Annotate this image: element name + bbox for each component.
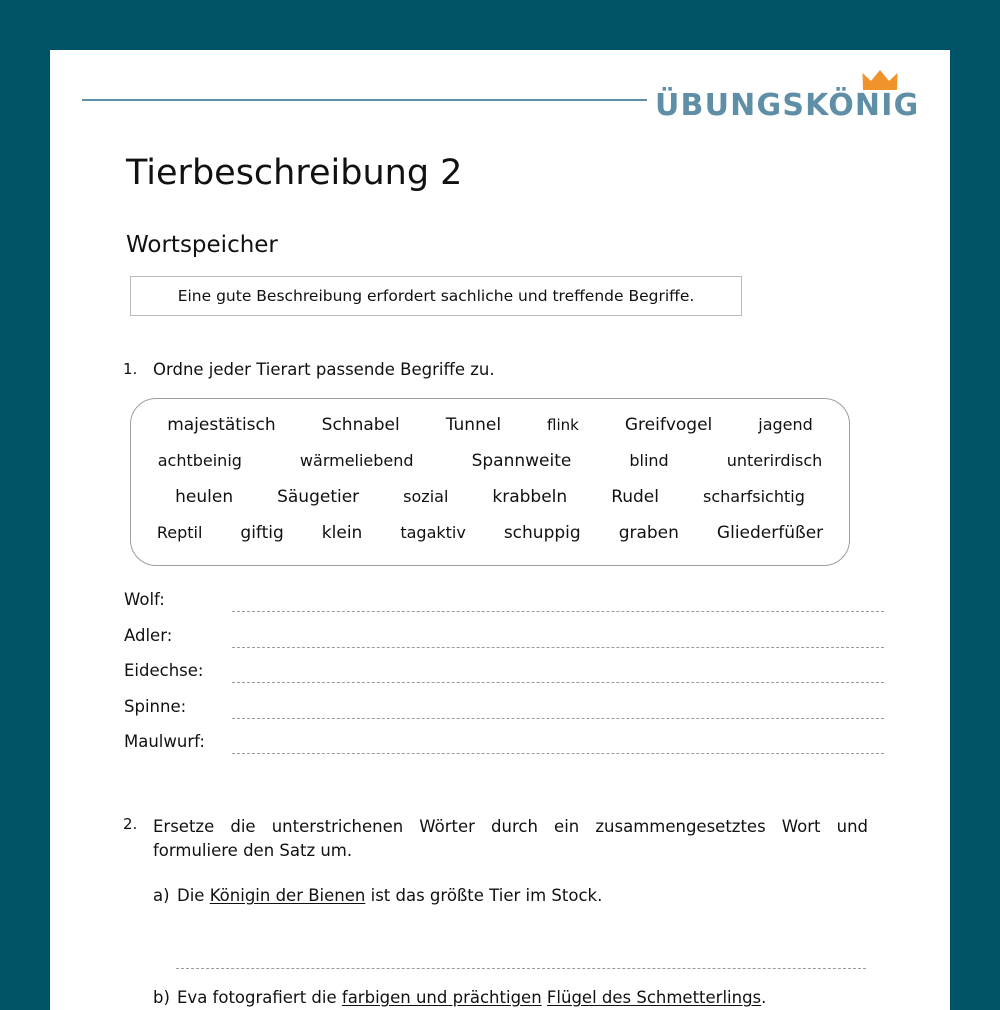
answer-row-label: Wolf: bbox=[124, 590, 165, 609]
sentence-text: Die bbox=[177, 886, 210, 905]
word-bank-word[interactable]: krabbeln bbox=[492, 487, 567, 507]
answer-lines: Wolf: Adler: Eidechse: Spinne: Maulwurf: bbox=[124, 590, 884, 768]
word-bank-word[interactable]: scharfsichtig bbox=[703, 487, 805, 506]
brand-logo[interactable]: ÜBUNGSKÖNIG bbox=[650, 62, 940, 132]
word-bank: majestätisch Schnabel Tunnel flink Greifvoge… bbox=[130, 398, 850, 566]
task-2-number: 2. bbox=[123, 815, 138, 833]
underlined-phrase: Flügel des Schmetterlings bbox=[546, 988, 762, 1007]
word-bank-word[interactable]: Greifvogel bbox=[625, 415, 712, 435]
worksheet-screenshot: ÜBUNGSKÖNIG Tierbeschreibung 2 Wortspeic… bbox=[0, 0, 1000, 1010]
task-2-item: b) Eva fotografiert die farbigen und präc… bbox=[153, 988, 873, 1007]
header-divider bbox=[82, 99, 647, 101]
word-bank-word[interactable]: Gliederfüßer bbox=[717, 523, 823, 543]
page-header: ÜBUNGSKÖNIG bbox=[50, 50, 950, 140]
answer-write-line[interactable] bbox=[232, 717, 884, 719]
page-subtitle: Wortspeicher bbox=[126, 232, 278, 258]
word-bank-word[interactable]: unterirdisch bbox=[727, 451, 823, 470]
word-bank-word[interactable]: graben bbox=[619, 523, 679, 543]
answer-row-label: Eidechse: bbox=[124, 661, 204, 680]
page-title: Tierbeschreibung 2 bbox=[126, 153, 463, 193]
answer-write-line[interactable] bbox=[176, 968, 866, 969]
worksheet-page: ÜBUNGSKÖNIG Tierbeschreibung 2 Wortspeic… bbox=[50, 50, 950, 1010]
word-bank-word[interactable]: Schnabel bbox=[322, 415, 400, 435]
word-bank-word[interactable]: wärmeliebend bbox=[300, 451, 414, 470]
task-2-instruction: Ersetze die unterstrichenen Wörter durch… bbox=[153, 817, 868, 860]
crown-icon bbox=[862, 70, 898, 90]
logo-text: ÜBUNGSKÖNIG bbox=[655, 88, 920, 123]
answer-row-label: Adler: bbox=[124, 625, 173, 645]
answer-write-line[interactable] bbox=[232, 611, 884, 612]
word-bank-word[interactable]: Reptil bbox=[157, 523, 203, 542]
word-bank-word[interactable]: Säugetier bbox=[277, 487, 359, 507]
word-bank-word[interactable]: heulen bbox=[175, 487, 233, 507]
sentence-text: ist das größte Tier im Stock. bbox=[365, 886, 603, 905]
word-bank-word[interactable]: Tunnel bbox=[446, 415, 501, 435]
word-bank-word[interactable]: flink bbox=[547, 416, 579, 434]
word-bank-word[interactable]: Spannweite bbox=[472, 451, 572, 471]
sentence-text: Eva fotografiert die bbox=[177, 988, 342, 1007]
word-bank-word[interactable]: blind bbox=[629, 451, 668, 470]
word-bank-row: Reptil giftig klein tagaktiv schuppig graben G… bbox=[131, 523, 849, 543]
word-bank-word[interactable]: majestätisch bbox=[167, 415, 275, 435]
answer-row: Wolf: bbox=[124, 590, 884, 626]
task-1-number: 1. bbox=[123, 360, 138, 378]
answer-row-label: Spinne: bbox=[124, 696, 187, 716]
word-bank-word[interactable]: sozial bbox=[403, 487, 448, 506]
word-bank-word[interactable]: klein bbox=[322, 523, 363, 543]
word-bank-word[interactable]: giftig bbox=[240, 523, 283, 543]
word-bank-row: achtbeinig wärmeliebend Spannweite blind unt… bbox=[131, 451, 849, 471]
task-2-item-marker: a) bbox=[153, 886, 170, 905]
task-2-item: a) Die Königin der Bienen ist das größte … bbox=[153, 886, 873, 905]
word-bank-row: heulen Säugetier sozial krabbeln Rudel scharf… bbox=[131, 487, 849, 507]
word-bank-word[interactable]: jagend bbox=[758, 415, 813, 434]
answer-row: Maulwurf: bbox=[124, 732, 884, 768]
answer-write-line[interactable] bbox=[232, 646, 884, 648]
answer-row: Spinne: bbox=[124, 697, 884, 733]
answer-write-line[interactable] bbox=[232, 682, 884, 683]
word-bank-row: majestätisch Schnabel Tunnel flink Greifvoge… bbox=[131, 415, 849, 435]
task-2-item-marker: b) bbox=[153, 988, 170, 1007]
answer-row: Adler: bbox=[124, 626, 884, 662]
word-bank-word[interactable]: schuppig bbox=[504, 523, 581, 543]
word-bank-word[interactable]: achtbeinig bbox=[158, 451, 242, 470]
info-box-text: Eine gute Beschreibung erfordert sachlic… bbox=[177, 287, 695, 305]
answer-row-label: Maulwurf: bbox=[124, 732, 205, 751]
sentence-text: . bbox=[761, 988, 767, 1007]
task-1-instruction: Ordne jeder Tierart passende Begriffe zu… bbox=[153, 360, 495, 379]
answer-row: Eidechse: bbox=[124, 661, 884, 697]
underlined-phrase: Königin der Bienen bbox=[209, 886, 366, 905]
underlined-phrase: farbigen und prächtigen bbox=[341, 988, 542, 1007]
info-box: Eine gute Beschreibung erfordert sachlic… bbox=[130, 276, 742, 316]
word-bank-word[interactable]: Rudel bbox=[611, 487, 659, 507]
word-bank-word[interactable]: tagaktiv bbox=[400, 523, 466, 542]
answer-write-line[interactable] bbox=[232, 753, 884, 754]
